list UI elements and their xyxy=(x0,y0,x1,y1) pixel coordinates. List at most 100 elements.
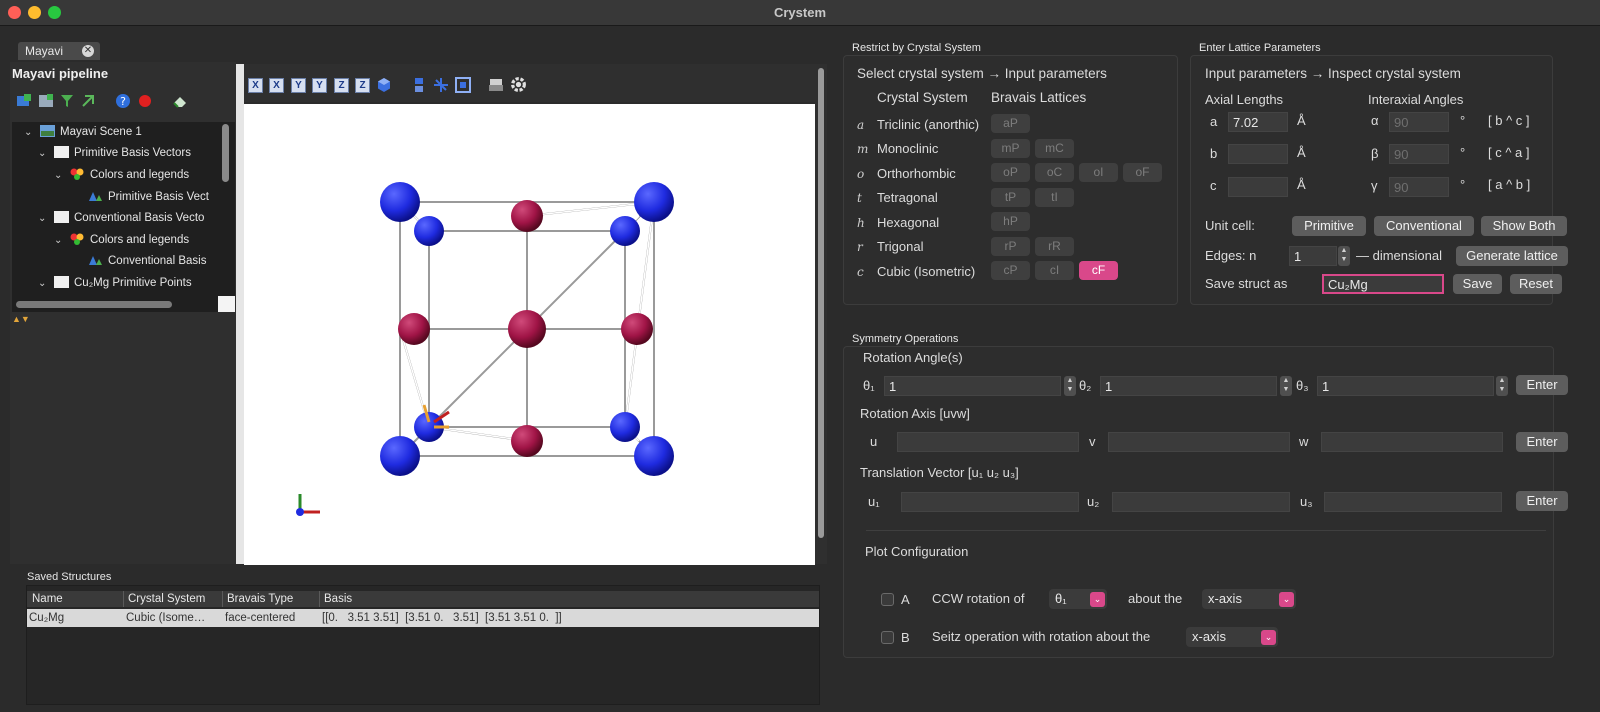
edges-input[interactable]: 1 xyxy=(1289,246,1337,266)
erase-icon[interactable] xyxy=(172,93,188,109)
view-z-minus-button[interactable]: Z xyxy=(355,78,370,93)
save-struct-input[interactable]: Cu₂Mg xyxy=(1322,274,1444,294)
angle-gamma-pair: [ a ^ b ] xyxy=(1488,177,1531,192)
tree-node-scene[interactable]: ⌄ Mayavi Scene 1 xyxy=(24,125,142,145)
angle-beta-input[interactable]: 90 xyxy=(1389,144,1449,164)
column-header-crystal-system[interactable]: Crystal System xyxy=(128,593,205,605)
help-icon[interactable]: ? xyxy=(115,93,131,109)
edges-stepper[interactable]: ▲ ▼ xyxy=(1338,246,1350,266)
mayavi-scene-canvas[interactable] xyxy=(244,104,815,565)
lattice-rP-button[interactable]: rP xyxy=(991,237,1030,256)
axis-c-input[interactable] xyxy=(1228,177,1288,197)
chevron-down-icon[interactable]: ⌄ xyxy=(38,148,48,159)
column-header-basis[interactable]: Basis xyxy=(324,593,352,605)
theta2-stepper[interactable]: ▲ ▼ xyxy=(1280,376,1292,396)
trans-u3-input[interactable] xyxy=(1324,492,1502,512)
settings-gear-icon[interactable] xyxy=(510,76,527,93)
lattice-hP-button[interactable]: hP xyxy=(991,212,1030,231)
pipeline-title: Mayavi pipeline xyxy=(12,66,109,81)
angle-gamma-input[interactable]: 90 xyxy=(1389,177,1449,197)
save-button[interactable]: Save xyxy=(1453,274,1502,294)
parallel-projection-icon[interactable] xyxy=(412,77,426,93)
lattice-cF-button[interactable]: cF xyxy=(1079,261,1118,280)
reset-button[interactable]: Reset xyxy=(1510,274,1562,294)
view-x-plus-button[interactable]: X xyxy=(248,78,263,93)
theta2-input[interactable]: 1 xyxy=(1100,376,1277,396)
tab-mayavi[interactable]: Mayavi ✕ xyxy=(18,42,100,60)
lattice-tI-button[interactable]: tI xyxy=(1035,188,1074,207)
lattice-cP-button[interactable]: cP xyxy=(991,261,1030,280)
tree-node-primitive-points[interactable]: ⌄ Cu₂Mg Primitive Points xyxy=(38,276,192,296)
save-image-icon[interactable] xyxy=(488,77,504,93)
chevron-down-icon[interactable]: ⌄ xyxy=(38,213,48,224)
lattice-rR-button[interactable]: rR xyxy=(1035,237,1074,256)
view-z-plus-button[interactable]: Z xyxy=(334,78,349,93)
lattice-oP-button[interactable]: oP xyxy=(991,163,1030,182)
tree-node-colors-legends[interactable]: ⌄ Colors and legends xyxy=(54,168,189,188)
option-a-angle-select[interactable]: θ₁ ⌄ xyxy=(1049,589,1107,609)
axis-u-input[interactable] xyxy=(897,432,1079,452)
system-triclinic-label: Triclinic (anorthic) xyxy=(877,117,980,132)
tree-node-colors-legends-2[interactable]: ⌄ Colors and legends xyxy=(54,233,189,253)
add-filter-icon[interactable] xyxy=(59,93,75,109)
axis-enter-button[interactable]: Enter xyxy=(1516,432,1568,452)
close-icon[interactable]: ✕ xyxy=(82,45,94,57)
angle-beta-pair: [ c ^ a ] xyxy=(1488,145,1530,160)
axis-b-input[interactable] xyxy=(1228,144,1288,164)
translation-enter-button[interactable]: Enter xyxy=(1516,491,1568,511)
lattice-mP-button[interactable]: mP xyxy=(991,139,1030,158)
chevron-down-icon[interactable]: ⌄ xyxy=(38,278,48,289)
splitter-handle-icon[interactable]: ▲▼ xyxy=(12,315,40,324)
axis-v-input[interactable] xyxy=(1108,432,1290,452)
lattice-oC-button[interactable]: oC xyxy=(1035,163,1074,182)
theta1-stepper[interactable]: ▲ ▼ xyxy=(1064,376,1076,396)
record-icon[interactable] xyxy=(137,93,153,109)
tree-horizontal-scrollbar[interactable] xyxy=(16,301,172,308)
cell-bravais-type: face-centered xyxy=(225,612,296,624)
column-header-name[interactable]: Name xyxy=(32,593,63,605)
trans-u1-input[interactable] xyxy=(901,492,1079,512)
lattice-aP-button[interactable]: aP xyxy=(991,114,1030,133)
theta1-input[interactable]: 1 xyxy=(884,376,1061,396)
tree-node-conventional-vectors[interactable]: ⌄ Conventional Basis Vecto xyxy=(38,211,204,231)
viewer-vertical-scrollbar[interactable] xyxy=(818,68,824,538)
tree-node-primitive-vectors[interactable]: ⌄ Primitive Basis Vectors xyxy=(38,146,191,166)
axis-w-input[interactable] xyxy=(1321,432,1503,452)
lattice-oF-button[interactable]: oF xyxy=(1123,163,1162,182)
add-source-icon[interactable] xyxy=(38,93,54,109)
lattice-cI-button[interactable]: cI xyxy=(1035,261,1074,280)
option-b-checkbox[interactable] xyxy=(881,631,894,644)
tree-vertical-scrollbar[interactable] xyxy=(222,124,229,182)
chevron-down-icon[interactable]: ⌄ xyxy=(54,170,64,181)
option-a-checkbox[interactable] xyxy=(881,593,894,606)
view-y-plus-button[interactable]: Y xyxy=(291,78,306,93)
axis-a-input[interactable]: 7.02 xyxy=(1228,112,1288,132)
lattice-oI-button[interactable]: oI xyxy=(1079,163,1118,182)
view-x-minus-button[interactable]: X xyxy=(269,78,284,93)
tree-node-primitive-glyph[interactable]: Primitive Basis Vect xyxy=(88,190,209,210)
chevron-down-icon[interactable]: ⌄ xyxy=(24,127,34,138)
option-b-axis-select[interactable]: x-axis ⌄ xyxy=(1186,627,1278,647)
lattice-tP-button[interactable]: tP xyxy=(991,188,1030,207)
theta3-stepper[interactable]: ▲ ▼ xyxy=(1496,376,1508,396)
fullscreen-icon[interactable] xyxy=(455,77,471,93)
theta3-input[interactable]: 1 xyxy=(1317,376,1494,396)
primitive-button[interactable]: Primitive xyxy=(1292,216,1366,236)
tree-node-conventional-glyph[interactable]: Conventional Basis xyxy=(88,254,206,274)
angle-alpha-input[interactable]: 90 xyxy=(1389,112,1449,132)
conventional-button[interactable]: Conventional xyxy=(1374,216,1474,236)
lattice-mC-button[interactable]: mC xyxy=(1035,139,1074,158)
column-header-bravais-type[interactable]: Bravais Type xyxy=(227,593,293,605)
viewer-splitter[interactable] xyxy=(236,64,244,564)
generate-lattice-button[interactable]: Generate lattice xyxy=(1456,246,1568,266)
add-module-icon[interactable] xyxy=(80,93,96,109)
isometric-view-icon[interactable] xyxy=(376,77,392,93)
view-y-minus-button[interactable]: Y xyxy=(312,78,327,93)
chevron-down-icon[interactable]: ⌄ xyxy=(54,235,64,246)
add-scene-icon[interactable] xyxy=(16,93,32,109)
trans-u2-input[interactable] xyxy=(1112,492,1290,512)
show-both-button[interactable]: Show Both xyxy=(1481,216,1567,236)
axes-indicator-icon[interactable] xyxy=(433,77,449,93)
rotation-enter-button[interactable]: Enter xyxy=(1516,375,1568,395)
option-a-axis-select[interactable]: x-axis ⌄ xyxy=(1202,589,1296,609)
